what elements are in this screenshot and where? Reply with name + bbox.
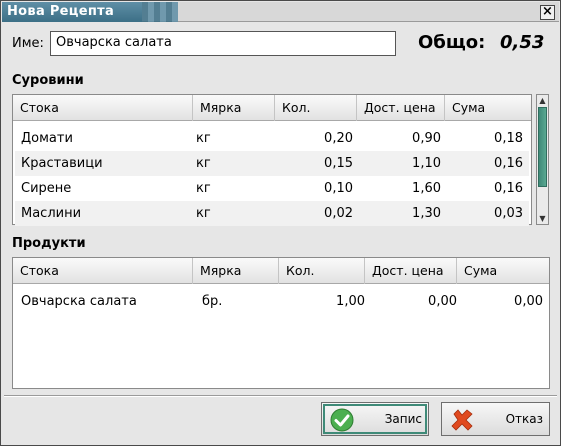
cell-sum: 0,00 xyxy=(514,294,543,309)
products-table[interactable]: Стока Мярка Кол. Дост. цена Сума Овчарск… xyxy=(12,257,550,389)
total-label: Общо: xyxy=(418,32,486,53)
cell-unit: кг xyxy=(196,206,211,221)
column-header-sum[interactable]: Сума xyxy=(457,258,549,284)
column-header-qty[interactable]: Кол. xyxy=(279,258,365,284)
scroll-down-icon[interactable]: ▼ xyxy=(537,213,548,224)
checkmark-icon xyxy=(330,408,354,432)
cell-item: Овчарска салата xyxy=(21,294,137,309)
save-button-label: Запис xyxy=(384,412,422,426)
column-header-unit[interactable]: Мярка xyxy=(193,95,275,121)
total-value: 0,53 xyxy=(500,32,545,53)
cell-unit: кг xyxy=(196,156,211,171)
dialog-window: Нова Рецепта × Име: Овчарска салата Общо… xyxy=(0,0,561,446)
cell-item: Сирене xyxy=(21,181,72,196)
cell-sum: 0,16 xyxy=(494,181,523,196)
name-input[interactable]: Овчарска салата xyxy=(50,31,396,56)
close-icon[interactable]: × xyxy=(540,5,555,20)
column-header-item[interactable]: Стока xyxy=(13,258,193,284)
cell-qty: 0,15 xyxy=(324,156,353,171)
cell-sum: 0,16 xyxy=(494,156,523,171)
column-header-item[interactable]: Стока xyxy=(13,95,193,121)
cell-item: Маслини xyxy=(21,206,82,221)
window-title: Нова Рецепта xyxy=(2,2,142,22)
table-row[interactable]: Маслини кг 0,02 1,30 0,03 xyxy=(15,201,529,226)
cell-sum: 0,18 xyxy=(494,131,523,146)
products-section-title: Продукти xyxy=(12,236,86,251)
column-header-sum[interactable]: Сума xyxy=(445,95,531,121)
cell-price: 0,90 xyxy=(412,131,441,146)
cell-unit: кг xyxy=(196,181,211,196)
table-row[interactable]: Сирене кг 0,10 1,60 0,16 xyxy=(15,176,529,201)
column-header-unit[interactable]: Мярка xyxy=(193,258,279,284)
cancel-button-label: Отказ xyxy=(505,412,543,426)
ingredients-section-title: Суровини xyxy=(12,73,84,88)
cell-qty: 0,02 xyxy=(324,206,353,221)
scroll-up-icon[interactable]: ▲ xyxy=(537,95,548,106)
cell-item: Домати xyxy=(21,131,73,146)
title-decoration xyxy=(142,2,178,22)
footer-separator xyxy=(4,395,557,397)
cell-price: 1,30 xyxy=(412,206,441,221)
cross-icon xyxy=(451,409,473,431)
cell-sum: 0,03 xyxy=(494,206,523,221)
cell-unit: кг xyxy=(196,131,211,146)
column-header-qty[interactable]: Кол. xyxy=(275,95,357,121)
titlebar[interactable]: Нова Рецепта × xyxy=(2,2,559,22)
cell-qty: 0,20 xyxy=(324,131,353,146)
cancel-button[interactable]: Отказ xyxy=(441,402,550,436)
table-row[interactable]: Домати кг 0,20 0,90 0,18 xyxy=(15,126,529,151)
cell-price: 1,10 xyxy=(412,156,441,171)
products-table-header: Стока Мярка Кол. Дост. цена Сума xyxy=(13,258,549,284)
ingredients-table-header: Стока Мярка Кол. Дост. цена Сума xyxy=(13,95,531,121)
name-label: Име: xyxy=(12,36,44,51)
table-row[interactable]: Овчарска салата бр. 1,00 0,00 0,00 xyxy=(15,289,547,314)
column-header-price[interactable]: Дост. цена xyxy=(357,95,445,121)
cell-qty: 1,00 xyxy=(336,294,365,309)
table-row[interactable]: Краставици кг 0,15 1,10 0,16 xyxy=(15,151,529,176)
save-button[interactable]: Запис xyxy=(321,402,429,436)
scrollbar-thumb[interactable] xyxy=(538,107,547,187)
ingredients-scrollbar[interactable]: ▲ ▼ xyxy=(536,94,549,225)
cell-price: 1,60 xyxy=(412,181,441,196)
cell-price: 0,00 xyxy=(428,294,457,309)
cell-item: Краставици xyxy=(21,156,103,171)
ingredients-table[interactable]: Стока Мярка Кол. Дост. цена Сума Домати … xyxy=(12,94,532,226)
column-header-price[interactable]: Дост. цена xyxy=(365,258,457,284)
cell-qty: 0,10 xyxy=(324,181,353,196)
cell-unit: бр. xyxy=(202,294,223,309)
